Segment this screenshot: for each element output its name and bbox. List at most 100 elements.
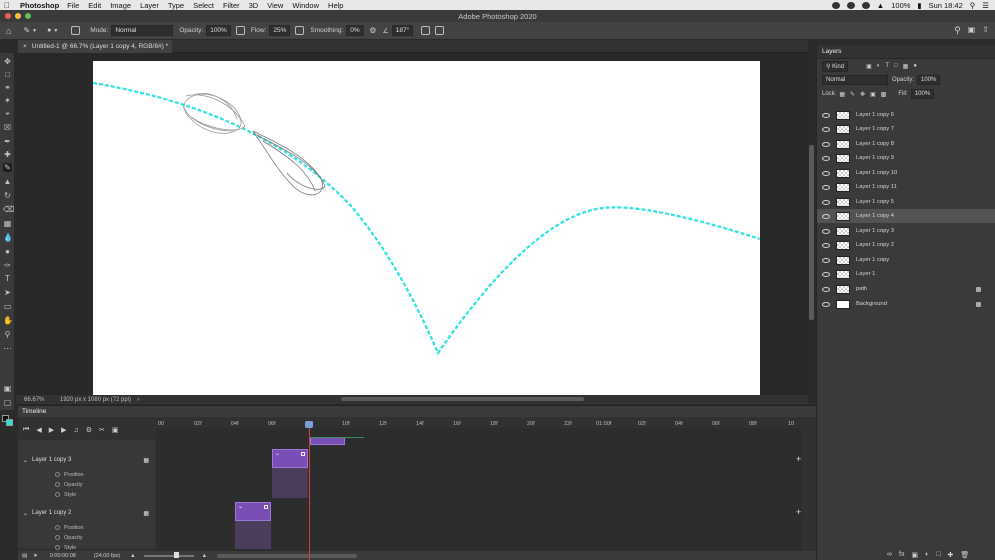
- layer-row[interactable]: Layer 1 copy 6: [817, 108, 995, 122]
- layer-row[interactable]: Layer 1 copy 8: [817, 137, 995, 151]
- move-tool-icon[interactable]: ✥: [3, 57, 12, 66]
- layer-row[interactable]: Layer 1 copy 2: [817, 238, 995, 252]
- brush-tool-icon[interactable]: ✎: [23, 26, 30, 35]
- stopwatch-icon[interactable]: [55, 472, 60, 477]
- dodge-tool-icon[interactable]: ●: [3, 247, 12, 256]
- chevron-down-icon[interactable]: ▼: [32, 28, 37, 34]
- eye-icon[interactable]: [822, 184, 830, 190]
- healing-tool-icon[interactable]: ✚: [3, 150, 12, 159]
- quick-mask-icon[interactable]: ▣: [3, 384, 12, 393]
- history-brush-tool-icon[interactable]: ↻: [3, 191, 12, 200]
- eraser-tool-icon[interactable]: ⌫: [3, 205, 14, 214]
- symmetry-icon[interactable]: [435, 26, 445, 35]
- fill-field[interactable]: 100%: [910, 89, 935, 99]
- eye-icon[interactable]: [822, 199, 830, 205]
- pressure-size-icon[interactable]: [421, 26, 431, 35]
- adjustment-layer-icon[interactable]: ◐: [925, 551, 929, 559]
- mode-select[interactable]: Normal: [111, 25, 174, 36]
- split-icon[interactable]: ✂: [99, 426, 105, 434]
- gear-icon[interactable]: ⚙: [86, 426, 92, 434]
- layer-row[interactable]: Layer 1 copy: [817, 253, 995, 267]
- more-tools-icon[interactable]: ⋯: [3, 344, 12, 353]
- chevron-down-icon[interactable]: ⌄: [23, 457, 28, 464]
- angle-field[interactable]: 187°: [391, 25, 414, 36]
- kind-filter-select[interactable]: ⚲ Kind: [822, 60, 849, 72]
- search-icon[interactable]: ⚲: [970, 1, 976, 10]
- eye-icon[interactable]: [822, 170, 830, 176]
- layer-row[interactable]: Layer 1 copy 10: [817, 166, 995, 180]
- eye-icon[interactable]: [822, 228, 830, 234]
- menu-help[interactable]: Help: [328, 1, 343, 10]
- eye-icon[interactable]: [822, 257, 830, 263]
- delete-layer-icon[interactable]: 🗑: [960, 551, 969, 559]
- timeline-title[interactable]: Timeline: [22, 408, 46, 415]
- zoom-in-icon[interactable]: ▲: [202, 553, 207, 559]
- lock-paint-icon[interactable]: ✎: [850, 91, 855, 98]
- menu-filter[interactable]: Filter: [223, 1, 240, 10]
- apple-icon[interactable]: : [0, 1, 14, 10]
- first-frame-icon[interactable]: ⏮: [23, 426, 29, 434]
- stopwatch-icon[interactable]: [55, 545, 60, 550]
- new-group-icon[interactable]: □: [936, 551, 940, 559]
- workspace-icon[interactable]: ▣: [968, 25, 976, 36]
- add-media-icon[interactable]: +: [796, 507, 801, 517]
- audio-icon[interactable]: ♫: [73, 427, 78, 434]
- clip-end-icon[interactable]: [301, 452, 305, 456]
- document-tab[interactable]: × Untitled-1 @ 66.7% (Layer 1 copy 4, RG…: [18, 40, 172, 53]
- minimize-window-icon[interactable]: [15, 13, 21, 19]
- zoom-slider-thumb[interactable]: [173, 552, 179, 558]
- new-layer-icon[interactable]: ✚: [948, 551, 954, 559]
- pen-tool-icon[interactable]: ✑: [3, 261, 12, 270]
- lock-position-icon[interactable]: ✥: [860, 91, 865, 98]
- timeline-prop-row[interactable]: Style: [18, 490, 155, 500]
- brush-tool-icon[interactable]: ✎: [3, 163, 12, 172]
- marquee-tool-icon[interactable]: □: [3, 70, 12, 79]
- eye-icon[interactable]: [822, 286, 830, 292]
- menu-edit[interactable]: Edit: [88, 1, 101, 10]
- path-select-tool-icon[interactable]: ➤: [3, 288, 12, 297]
- playhead-line[interactable]: [309, 422, 310, 560]
- crop-tool-icon[interactable]: ⌖: [3, 109, 12, 118]
- lock-all-icon[interactable]: ▩: [881, 91, 887, 98]
- pressure-opacity-icon[interactable]: [235, 26, 245, 35]
- menu-list-icon[interactable]: ☰: [982, 1, 989, 10]
- blur-tool-icon[interactable]: 💧: [3, 233, 13, 242]
- timeline-hscroll[interactable]: [217, 554, 358, 558]
- timeline-ruler[interactable]: 00 02f 04f 06f 08f 10f 12f 14f 16f 18f 2…: [156, 419, 802, 428]
- menu-image[interactable]: Image: [110, 1, 131, 10]
- blend-mode-select[interactable]: Normal: [822, 75, 888, 85]
- filter-toggle-icon[interactable]: ●: [913, 63, 917, 69]
- filter-type-icon[interactable]: T: [885, 63, 889, 69]
- clip-end-icon[interactable]: [264, 505, 268, 509]
- menu-view[interactable]: View: [267, 1, 283, 10]
- cloud-icon[interactable]: [861, 1, 870, 9]
- link-layers-icon[interactable]: ∞: [887, 551, 892, 559]
- hand-tool-icon[interactable]: ✋: [3, 316, 13, 325]
- stopwatch-icon[interactable]: [55, 525, 60, 530]
- layer-row[interactable]: Background: [817, 297, 995, 311]
- chevron-down-icon[interactable]: ⌄: [238, 503, 243, 510]
- menu-3d[interactable]: 3D: [249, 1, 259, 10]
- home-icon[interactable]: ⌂: [6, 26, 11, 36]
- brush-preset-picker[interactable]: ●: [47, 27, 51, 34]
- zoom-out-icon[interactable]: ▲: [130, 553, 135, 559]
- chevron-right-icon[interactable]: ›: [137, 397, 139, 403]
- eye-icon[interactable]: [822, 155, 830, 161]
- eye-icon[interactable]: [822, 141, 830, 147]
- quick-select-tool-icon[interactable]: ✶: [3, 96, 12, 105]
- add-media-icon[interactable]: +: [796, 454, 801, 464]
- zoom-window-icon[interactable]: [25, 13, 31, 19]
- play-icon[interactable]: ▶: [49, 426, 54, 434]
- layer-opacity-field[interactable]: 100%: [917, 75, 941, 85]
- eye-icon[interactable]: [822, 301, 830, 307]
- clip-layer-1-copy-3[interactable]: ⌄: [272, 449, 308, 468]
- menu-layer[interactable]: Layer: [140, 1, 159, 10]
- layer-row-selected[interactable]: Layer 1 copy 4: [817, 209, 995, 223]
- chevron-down-icon[interactable]: ▼: [53, 28, 58, 34]
- shape-tool-icon[interactable]: ▭: [3, 302, 12, 311]
- stamp-tool-icon[interactable]: ▲: [3, 177, 12, 186]
- opacity-field[interactable]: 100%: [206, 25, 231, 36]
- gear-icon[interactable]: ⚙: [369, 26, 376, 35]
- fx-icon[interactable]: fx: [899, 551, 904, 559]
- timeline-group-row[interactable]: ⌄ Layer 1 copy 2 ▦: [18, 506, 155, 520]
